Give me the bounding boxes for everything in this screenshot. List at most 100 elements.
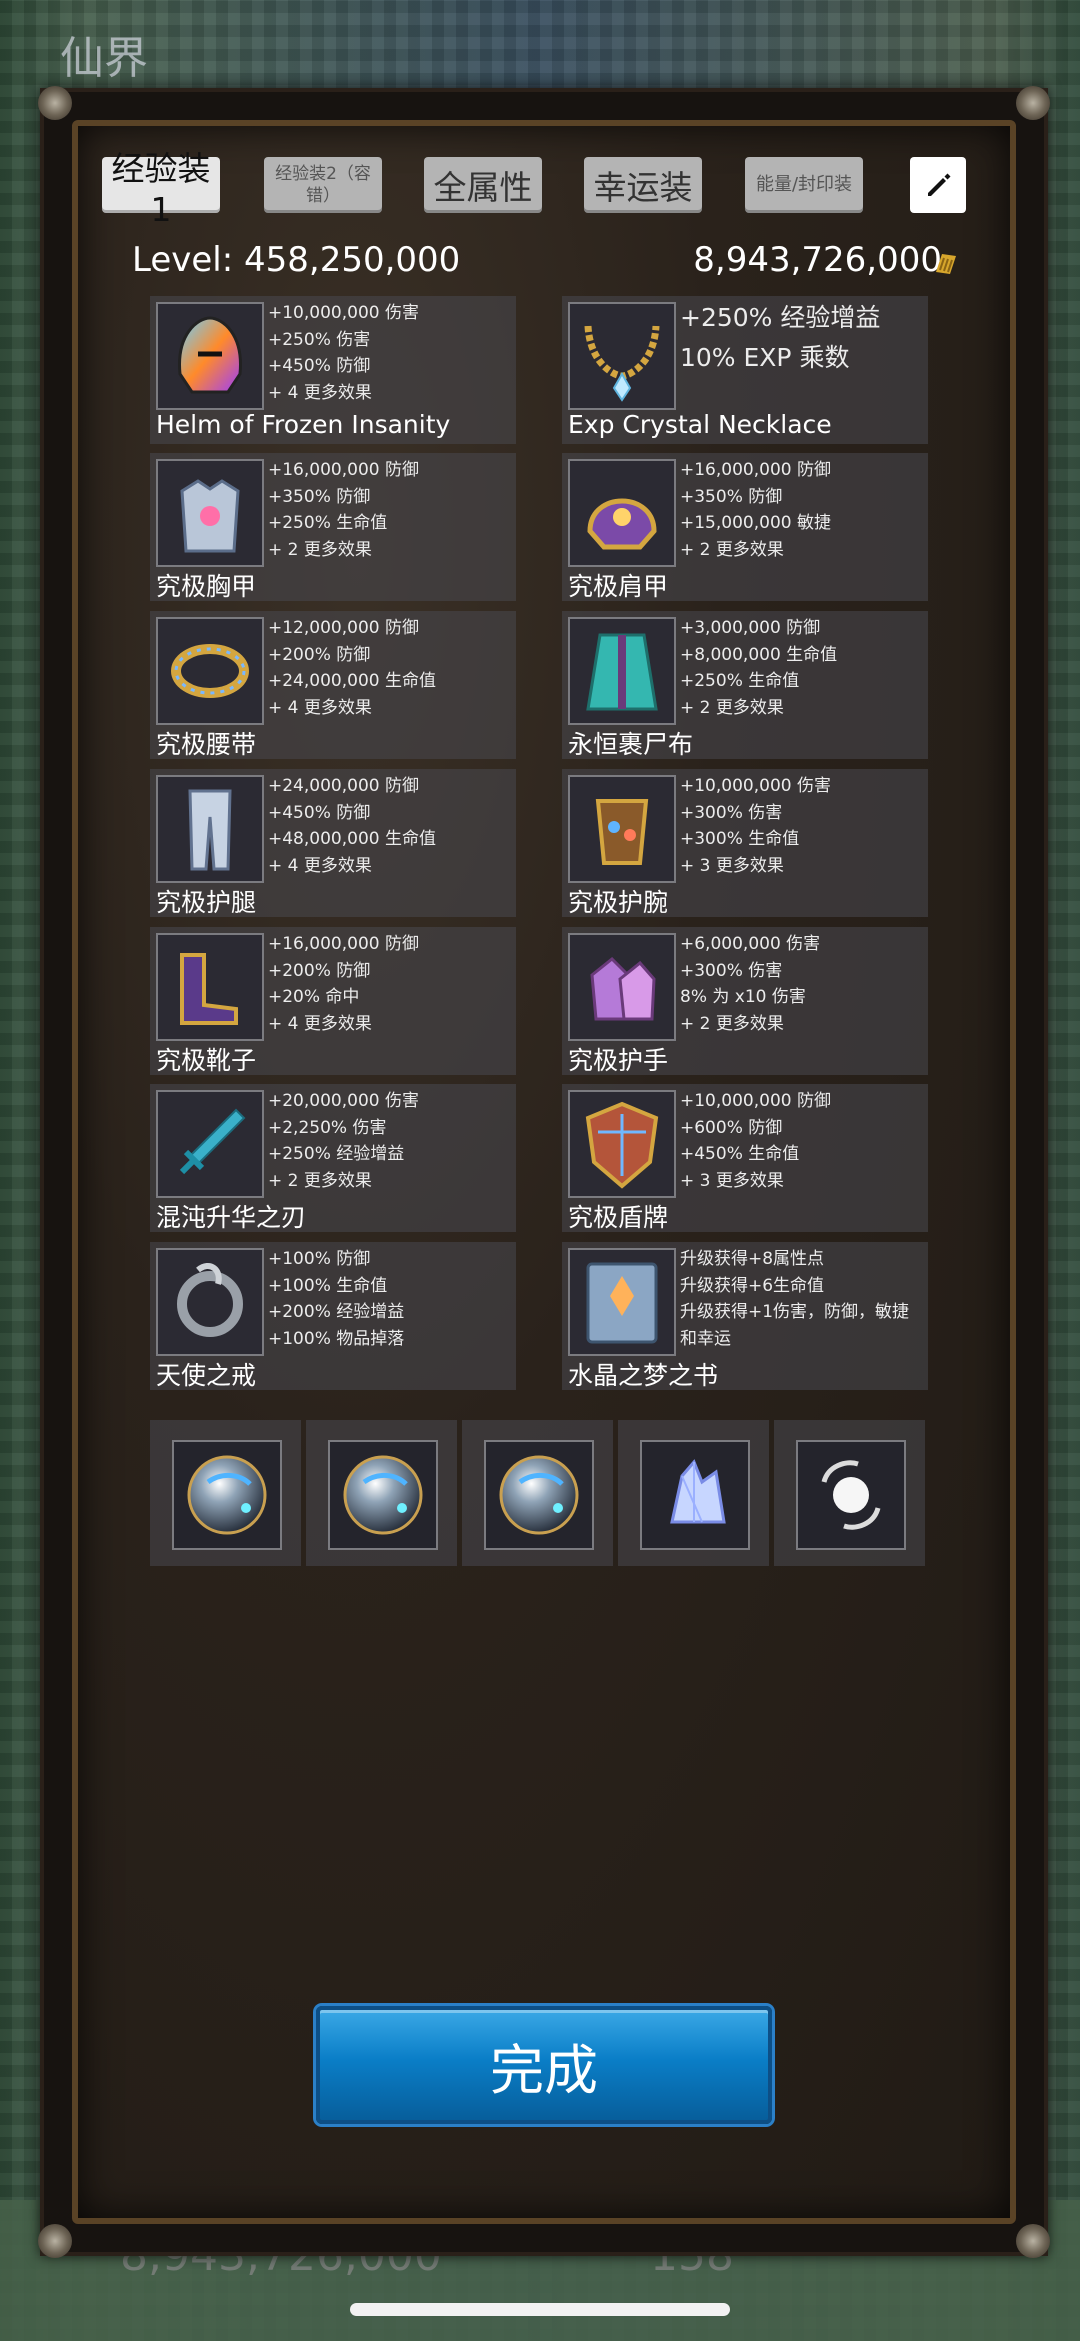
book-icon [568,1248,676,1356]
stat-line: + 3 更多效果 [680,1170,784,1191]
stat-line: + 4 更多效果 [268,697,372,718]
frame-corner-ornament [38,2224,72,2258]
item-card[interactable]: +100% 防御 +100% 生命值 +200% 经验增益 +100% 物品掉落 天使之… [150,1242,516,1390]
stat-line: + 2 更多效果 [680,1013,784,1034]
belt-icon [156,617,264,725]
stat-line: +300% 伤害 [680,960,783,981]
ring-icon [156,1248,264,1356]
stat-line: +200% 防御 [268,644,371,665]
tab-all-attributes[interactable]: 全属性 [424,157,542,213]
stat-line: + 2 更多效果 [268,539,372,560]
item-stats: +3,000,000 防御 +8,000,000 生命值 +250% 生命值 + 2 … [680,615,837,721]
item-stats: +12,000,000 防御 +200% 防御 +24,000,000 生命值 + 4… [268,615,436,721]
frame-corner-ornament [38,86,72,120]
stat-line: +300% 伤害 [680,802,783,823]
item-card[interactable]: +24,000,000 防御 +450% 防御 +48,000,000 生命值 + 4… [150,769,516,917]
item-name: 究极护腿 [156,888,257,917]
pearl-icon [796,1440,906,1550]
stat-line: +48,000,000 生命值 [268,829,436,849]
item-name: Exp Crystal Necklace [568,410,832,439]
chest-armor-icon [156,459,264,567]
orb-icon [328,1440,438,1550]
frame-corner-ornament [1016,2224,1050,2258]
gold-coin-icon [936,254,956,274]
item-stats: +24,000,000 防御 +450% 防御 +48,000,000 生命值 + 4… [268,773,436,879]
orb-icon [172,1440,282,1550]
item-card[interactable]: +16,000,000 防御 +350% 防御 +250% 生命值 + 2 更多效果究… [150,453,516,601]
accessory-slot[interactable] [150,1420,301,1566]
stat-line: + 4 更多效果 [268,855,372,876]
tab-energy-seal-set[interactable]: 能量/封印装 [745,157,863,213]
shield-icon [568,1090,676,1198]
accessory-slot[interactable] [462,1420,613,1566]
done-button[interactable]: 完成 [316,2006,772,2124]
accessory-slot[interactable] [306,1420,457,1566]
item-stats: +250% 经验增益 10% EXP 乘数 [680,298,880,378]
tab-exp-set-1[interactable]: 经验装1 [102,149,220,229]
stat-line: +100% 防御 [268,1249,371,1269]
item-card[interactable]: +16,000,000 防御 +200% 防御 +20% 命中 + 4 更多效果 究极靴… [150,927,516,1075]
stat-line: +250% 经验增益 [680,303,881,332]
stat-line: + 2 更多效果 [680,697,784,718]
stat-line: +16,000,000 防御 [268,460,419,480]
stat-line: +100% 生命值 [268,1275,388,1296]
item-stats: +6,000,000 伤害 +300% 伤害 8% 为 x10 伤害 + 2 更多效果 [680,931,820,1037]
item-name: 永恒裹尸布 [568,730,694,759]
item-stats: +16,000,000 防御 +350% 防御 +250% 生命值 + 2 更多效果 [268,457,419,563]
stat-line: + 2 更多效果 [268,1170,372,1191]
level-display: Level: 458,250,000 [132,240,460,280]
stat-line: +10,000,000 伤害 [680,776,831,796]
stat-line: 升级获得+1伤害，防御，敏捷和幸运 [680,1302,910,1349]
item-name: 混沌升华之刃 [156,1203,307,1232]
item-name: 究极护腕 [568,888,669,917]
pencil-icon [928,173,951,196]
item-card[interactable]: +10,000,000 防御 +600% 防御 +450% 生命值 + 3 更多效果究… [562,1084,928,1232]
gauntlets-icon [568,933,676,1041]
accessory-slot[interactable] [618,1420,769,1566]
item-card[interactable]: +16,000,000 防御 +350% 防御 +15,000,000 敏捷 + 2 … [562,453,928,601]
stat-line: +20,000,000 伤害 [268,1091,419,1111]
stat-line: 升级获得+8属性点 [680,1249,825,1269]
item-card[interactable]: +250% 经验增益 10% EXP 乘数 Exp Crystal Necklace [562,296,928,444]
necklace-icon [568,302,676,410]
frame-corner-ornament [1016,86,1050,120]
item-card[interactable]: +12,000,000 防御 +200% 防御 +24,000,000 生命值 + 4… [150,611,516,759]
item-name: 究极盾牌 [568,1203,669,1232]
stat-line: + 4 更多效果 [268,382,372,403]
item-name: 究极护手 [568,1046,669,1075]
bracer-icon [568,775,676,883]
level-value: 458,250,000 [244,240,461,280]
item-name: Helm of Frozen Insanity [156,410,451,439]
stat-line: +450% 防御 [268,356,371,376]
item-card[interactable]: +10,000,000 伤害 +300% 伤害 +300% 生命值 + 3 更多效果究… [562,769,928,917]
edit-button[interactable] [910,157,966,213]
item-stats: +10,000,000 伤害 +250% 伤害 +450% 防御 + 4 更多效果 [268,300,419,406]
stat-line: 10% EXP 乘数 [680,343,850,372]
stat-line: +16,000,000 防御 [268,934,419,954]
stat-line: +600% 防御 [680,1117,783,1138]
accessory-slot[interactable] [774,1420,925,1566]
item-card[interactable]: +3,000,000 防御 +8,000,000 生命值 +250% 生命值 + 2 … [562,611,928,759]
item-name: 究极肩甲 [568,572,669,601]
item-card[interactable]: +10,000,000 伤害 +250% 伤害 +450% 防御 + 4 更多效果 He… [150,296,516,444]
item-name: 究极靴子 [156,1046,257,1075]
stat-line: +250% 生命值 [268,513,388,533]
tab-luck-set[interactable]: 幸运装 [584,157,702,213]
gold-value: 8,943,726,000 [693,240,942,280]
item-name: 究极胸甲 [156,572,257,601]
item-card[interactable]: 升级获得+8属性点 升级获得+6生命值 升级获得+1伤害，防御，敏捷和幸运 水晶之梦之… [562,1242,928,1390]
stat-line: +12,000,000 防御 [268,618,419,638]
stat-line: +2,250% 伤害 [268,1117,387,1138]
orb-icon [484,1440,594,1550]
item-name: 水晶之梦之书 [568,1361,719,1390]
background-title: 仙界 [60,33,148,84]
stat-line: +15,000,000 敏捷 [680,513,831,533]
item-card[interactable]: +20,000,000 伤害 +2,250% 伤害 +250% 经验增益 + 2 更多… [150,1084,516,1232]
item-card[interactable]: +6,000,000 伤害 +300% 伤害 8% 为 x10 伤害 + 2 更多效果… [562,927,928,1075]
stat-line: +200% 经验增益 [268,1302,405,1322]
tab-exp-set-2[interactable]: 经验装2（容错） [264,157,382,213]
dagger-icon [156,1090,264,1198]
cloak-icon [568,617,676,725]
item-stats: +10,000,000 伤害 +300% 伤害 +300% 生命值 + 3 更多效果 [680,773,831,879]
stat-line: +250% 生命值 [680,671,800,691]
